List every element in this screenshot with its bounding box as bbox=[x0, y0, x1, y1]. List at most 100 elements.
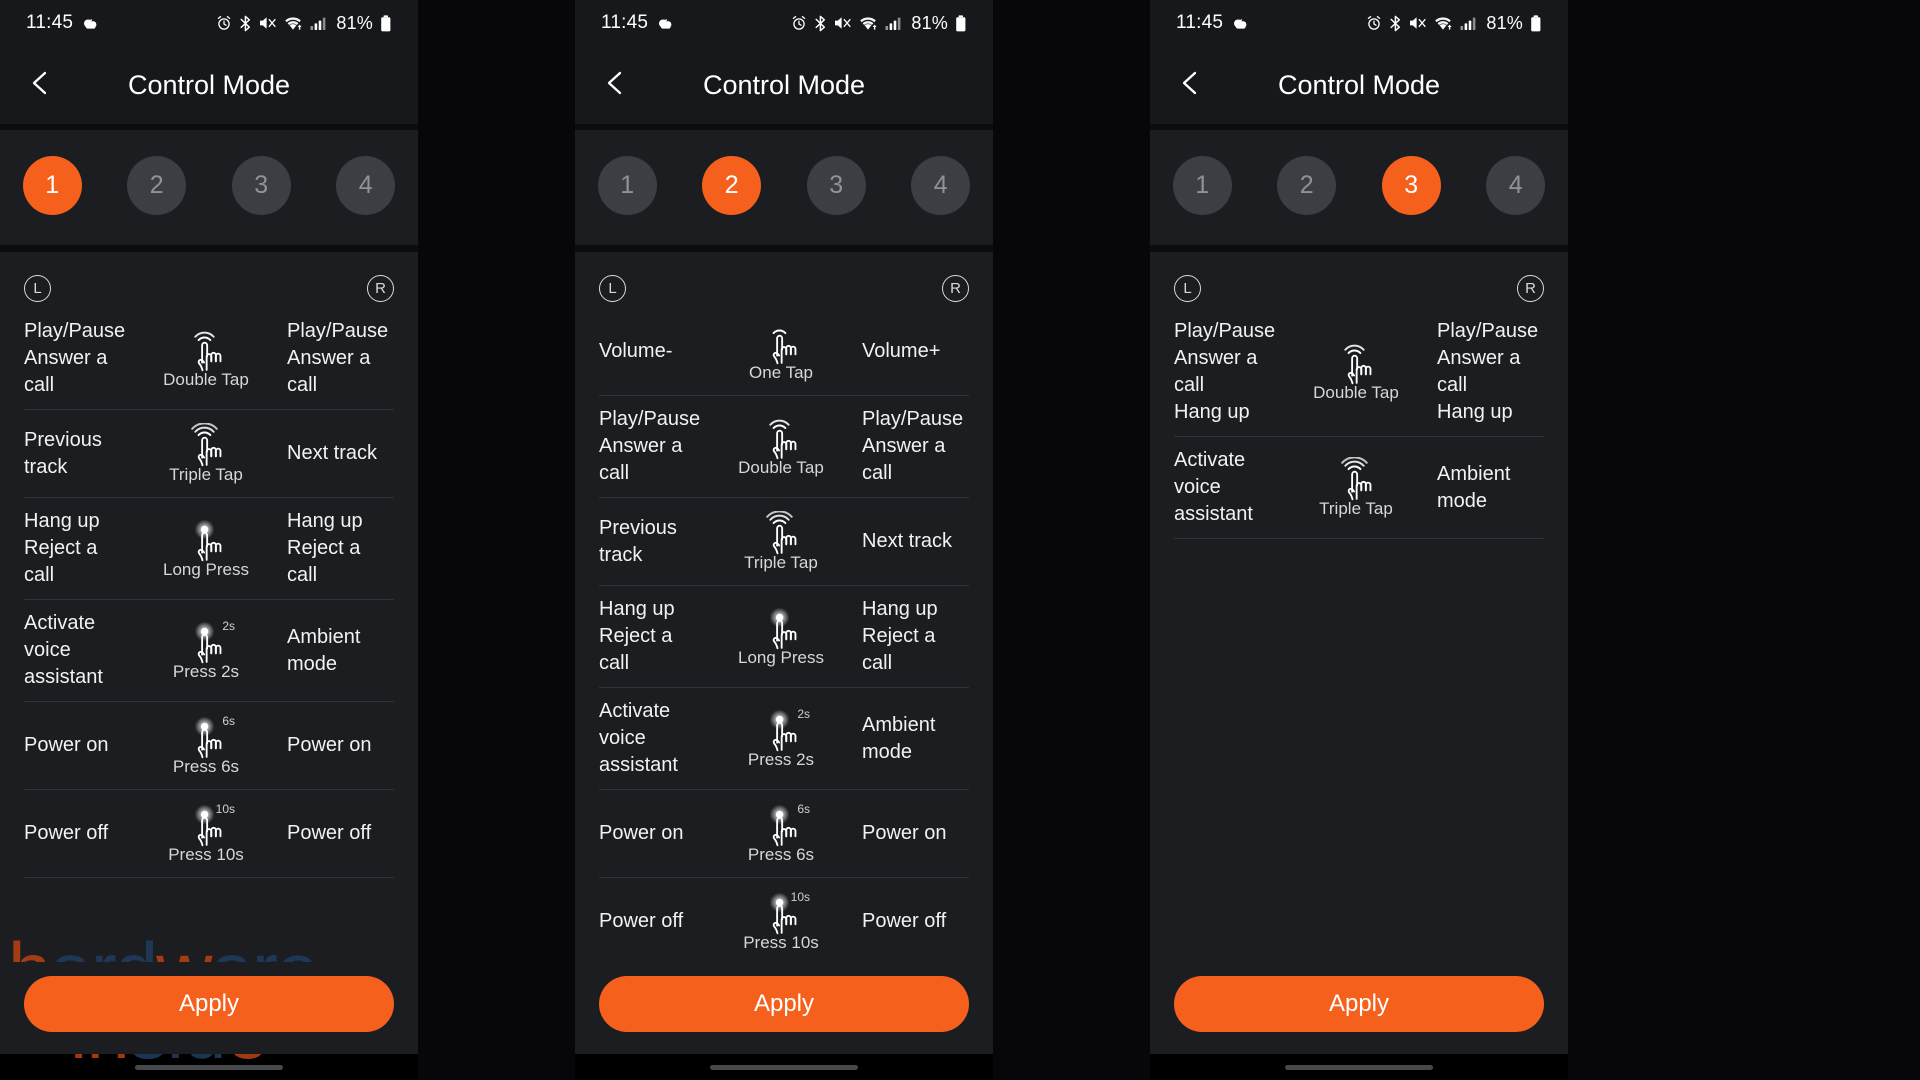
earbud-side-headers: LR bbox=[1174, 252, 1544, 308]
gesture-row[interactable]: Power off 10s Press 10s Power off bbox=[24, 790, 394, 878]
gesture-duration-superscript: 6s bbox=[222, 713, 235, 728]
mute-icon bbox=[259, 15, 277, 31]
screenshot-stage: 11:45 81% Control Mode 1 2 3 4 L R Play/Pause Answ… bbox=[0, 0, 1920, 1080]
apply-button[interactable]: Apply bbox=[24, 976, 394, 1032]
apply-bar: Apply bbox=[0, 962, 418, 1054]
gesture-left-action: Hang up Reject a call bbox=[599, 598, 675, 674]
right-earbud-badge: R bbox=[367, 274, 394, 302]
system-nav-bar bbox=[1150, 1054, 1568, 1080]
gesture-right-action: Power off bbox=[862, 910, 947, 932]
app-bar: Control Mode bbox=[1150, 46, 1568, 124]
gesture-left-action: Previous track bbox=[24, 428, 102, 478]
nav-gesture-pill[interactable] bbox=[710, 1064, 858, 1070]
gesture-cell: Double Tap bbox=[131, 328, 281, 390]
tap3-icon bbox=[1333, 456, 1379, 500]
alarm-icon bbox=[791, 15, 807, 31]
gesture-row[interactable]: Power on 6s Press 6s Power on bbox=[599, 790, 969, 878]
chevron-left-icon bbox=[601, 68, 631, 103]
gesture-right-action: Power off bbox=[287, 822, 372, 844]
signal-icon bbox=[885, 16, 902, 31]
mode-pill-3[interactable]: 3 bbox=[1381, 156, 1441, 215]
bluetooth-icon bbox=[1389, 15, 1402, 32]
gesture-right-action: Play/Pause Answer a call bbox=[287, 320, 389, 396]
back-button[interactable] bbox=[587, 56, 645, 114]
mode-pill-4[interactable]: 4 bbox=[1486, 156, 1546, 215]
gesture-row[interactable]: Volume- One Tap Volume+ bbox=[599, 308, 969, 396]
nav-gesture-pill[interactable] bbox=[135, 1064, 283, 1070]
tap3-icon bbox=[758, 510, 804, 554]
earbud-side-headers: LR bbox=[24, 252, 394, 308]
gesture-duration-superscript: 10s bbox=[790, 889, 810, 904]
gesture-left-action: Play/Pause Answer a call bbox=[24, 320, 126, 396]
status-bar-right: 81% bbox=[216, 13, 392, 34]
battery-percent-label: 81% bbox=[911, 12, 948, 33]
gesture-left-action: Previous track bbox=[599, 516, 677, 566]
mode-pill-2[interactable]: 2 bbox=[702, 156, 762, 215]
status-bar-right: 81% bbox=[791, 13, 967, 34]
apply-button[interactable]: Apply bbox=[599, 976, 969, 1032]
panel-separator bbox=[993, 0, 1150, 1080]
status-bar-left: 11:45 bbox=[26, 12, 99, 34]
gesture-row[interactable]: Activate voice assistant 2s Press 2s Ambient … bbox=[599, 688, 969, 790]
gesture-row[interactable]: Power off 10s Press 10s Power off bbox=[599, 878, 969, 962]
gesture-cell: Long Press bbox=[706, 606, 856, 668]
gesture-right-action: Hang up Reject a call bbox=[862, 598, 938, 674]
back-button[interactable] bbox=[12, 56, 70, 114]
nav-gesture-pill[interactable] bbox=[1285, 1064, 1433, 1070]
mode-pill-2[interactable]: 2 bbox=[1277, 156, 1337, 215]
gesture-duration-superscript: 2s bbox=[222, 618, 235, 633]
gesture-row[interactable]: Previous track Triple Tap Next track bbox=[24, 410, 394, 498]
status-time: 11:45 bbox=[601, 12, 649, 33]
phone-panel-3: 11:45 81% Control Mode 1 2 3 4 L R Play/Pause Answ… bbox=[1150, 0, 1568, 1080]
press-icon: 6s bbox=[183, 714, 235, 758]
apply-button[interactable]: Apply bbox=[1174, 976, 1544, 1032]
gesture-right-action: Ambient mode bbox=[287, 625, 361, 675]
press-icon bbox=[183, 518, 229, 561]
gesture-left-action: Activate voice assistant bbox=[599, 700, 678, 776]
mode-selector-divider bbox=[0, 245, 418, 252]
gesture-row[interactable]: Activate voice assistant 2s Press 2s Ambient … bbox=[24, 600, 394, 702]
gesture-right-action: Power on bbox=[862, 822, 947, 844]
gesture-row[interactable]: Hang up Reject a call Long Press Hang up Rej… bbox=[599, 586, 969, 688]
gesture-right-action: Play/Pause Answer a call bbox=[862, 408, 964, 484]
phone-panel-1: 11:45 81% Control Mode 1 2 3 4 L R Play/Pause Answ… bbox=[0, 0, 418, 1080]
press-icon bbox=[758, 606, 804, 649]
gesture-right-action: Ambient mode bbox=[862, 713, 936, 763]
gesture-cell: Long Press bbox=[131, 518, 281, 580]
bluetooth-icon bbox=[814, 15, 827, 32]
back-button[interactable] bbox=[1162, 56, 1220, 114]
mode-pill-3[interactable]: 3 bbox=[231, 156, 291, 215]
gesture-right-action: Next track bbox=[862, 530, 953, 552]
gesture-row[interactable]: Play/Pause Answer a call Hang up Double Tap… bbox=[1174, 308, 1544, 437]
mode-pill-1[interactable]: 1 bbox=[1172, 156, 1232, 215]
mode-pill-3[interactable]: 3 bbox=[806, 156, 866, 215]
gesture-row[interactable]: Activate voice assistant Triple Tap Ambient … bbox=[1174, 437, 1544, 539]
left-earbud-badge: L bbox=[1174, 274, 1201, 302]
signal-icon bbox=[310, 16, 327, 31]
status-time: 11:45 bbox=[1176, 12, 1224, 33]
mode-pill-1[interactable]: 1 bbox=[22, 156, 82, 215]
status-bar: 11:45 81% bbox=[1150, 0, 1568, 46]
gesture-left-action: Power off bbox=[599, 910, 684, 932]
gesture-list: L R Volume- One Tap Volume+ Play/Pause Answer … bbox=[575, 252, 993, 962]
gesture-row[interactable]: Previous track Triple Tap Next track bbox=[599, 498, 969, 586]
gesture-row[interactable]: Power on 6s Press 6s Power on bbox=[24, 702, 394, 790]
gesture-list: L R Play/Pause Answer a call Hang up Double T… bbox=[1150, 252, 1568, 962]
gesture-row[interactable]: Hang up Reject a call Long Press Hang up Rej… bbox=[24, 498, 394, 600]
mode-pill-4[interactable]: 4 bbox=[911, 156, 971, 215]
gesture-row[interactable]: Play/Pause Answer a call Double Tap Play/Pa… bbox=[24, 308, 394, 410]
mode-pill-2[interactable]: 2 bbox=[127, 156, 187, 215]
gesture-cell: Triple Tap bbox=[131, 422, 281, 485]
mode-pill-1[interactable]: 1 bbox=[597, 156, 657, 215]
chevron-left-icon bbox=[26, 68, 56, 103]
gesture-row[interactable]: Play/Pause Answer a call Double Tap Play/Pa… bbox=[599, 396, 969, 498]
system-nav-bar bbox=[0, 1054, 418, 1080]
weather-cloud-icon bbox=[657, 16, 674, 31]
weather-cloud-icon bbox=[1232, 16, 1249, 31]
gesture-cell: Triple Tap bbox=[706, 510, 856, 573]
right-earbud-badge: R bbox=[1517, 274, 1544, 302]
mode-pill-4[interactable]: 4 bbox=[336, 156, 396, 215]
gesture-duration-superscript: 6s bbox=[797, 801, 810, 816]
tap3-icon bbox=[183, 422, 229, 466]
apply-bar: Apply bbox=[1150, 962, 1568, 1054]
